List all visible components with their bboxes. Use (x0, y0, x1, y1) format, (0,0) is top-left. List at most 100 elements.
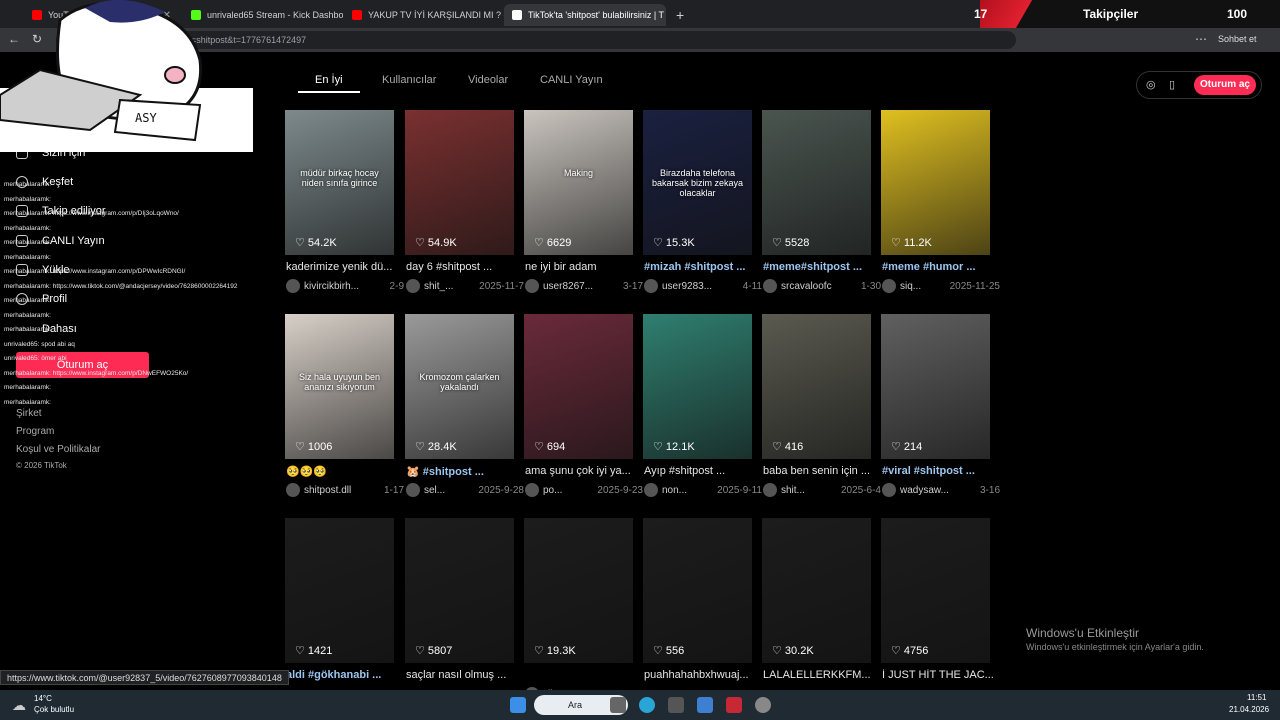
video-caption[interactable]: #viral #shitpost ... (882, 465, 994, 477)
video-card[interactable]: ♡ 19.3K (524, 518, 633, 663)
video-author[interactable]: user8267... 3-17 (525, 279, 643, 293)
video-thumbnail[interactable]: ♡ 416 (762, 314, 871, 459)
video-author[interactable]: siq... 2025-11-25 (882, 279, 1000, 293)
video-author[interactable]: kivircikbirh... 2-9 (286, 279, 404, 293)
video-thumbnail[interactable]: ♡ 30.2K (762, 518, 871, 663)
video-card[interactable]: Making ♡ 6629 (524, 110, 633, 255)
video-thumbnail[interactable]: ♡ 556 (643, 518, 752, 663)
compass-icon[interactable]: ◎ (1146, 78, 1156, 91)
video-card[interactable]: ♡ 694 (524, 314, 633, 459)
video-thumbnail[interactable]: ♡ 54.9K (405, 110, 514, 255)
video-thumbnail[interactable]: ♡ 694 (524, 314, 633, 459)
chat-button[interactable]: Sohbet et (1218, 34, 1257, 44)
heart-icon: ♡ (891, 441, 904, 453)
video-author[interactable]: shit_... 2025-11-7 (406, 279, 524, 293)
video-card[interactable]: ♡ 5807 (405, 518, 514, 663)
video-thumbnail[interactable]: müdür birkaç hocay niden sınıfa girince ♡… (285, 110, 394, 255)
close-icon[interactable]: ✕ (664, 10, 666, 21)
video-caption[interactable]: kaderimize yenik dü... (286, 261, 398, 273)
video-card[interactable]: ♡ 12.1K (643, 314, 752, 459)
video-card[interactable]: Birazdaha telefona bakarsak bizim zekaya… (643, 110, 752, 255)
video-caption[interactable]: baba ben senin için ... (763, 465, 875, 477)
video-author[interactable]: po... 2025-9-23 (525, 483, 643, 497)
video-card[interactable]: ♡ 5528 (762, 110, 871, 255)
video-thumbnail[interactable]: ♡ 214 (881, 314, 990, 459)
video-caption[interactable]: puahhahahbxhwuaj... (644, 669, 756, 681)
store-icon[interactable] (668, 697, 684, 713)
video-thumbnail[interactable]: ♡ 12.1K (643, 314, 752, 459)
video-caption[interactable]: #mizah #shitpost ... (644, 261, 756, 273)
like-count-value: 416 (784, 441, 804, 453)
video-card[interactable]: ♡ 30.2K (762, 518, 871, 663)
video-card[interactable]: ♡ 54.9K (405, 110, 514, 255)
video-author[interactable]: shitpost.dll 1-17 (286, 483, 404, 497)
video-thumbnail[interactable]: ♡ 5528 (762, 110, 871, 255)
video-card[interactable]: Kromozom çalarken yakalandı ♡ 28.4K (405, 314, 514, 459)
video-card[interactable]: ♡ 1421 (285, 518, 394, 663)
new-tab-button[interactable]: + (668, 4, 692, 26)
tab-top[interactable]: En İyi (315, 74, 343, 86)
video-caption[interactable]: aldi #gökhanabi ... (286, 669, 398, 681)
username: sel... (424, 484, 446, 496)
video-thumbnail[interactable]: ♡ 11.2K (881, 110, 990, 255)
video-caption[interactable]: ama şunu çok iyi ya... (525, 465, 637, 477)
chat-message: merhabalaramk: https://www.instagram.com… (4, 268, 186, 275)
taskview-icon[interactable] (610, 697, 626, 713)
tab-users[interactable]: Kullanıcılar (382, 74, 436, 86)
video-thumbnail[interactable]: Making ♡ 6629 (524, 110, 633, 255)
footer-program[interactable]: Program (16, 426, 54, 437)
video-caption[interactable]: day 6 #shitpost ... (406, 261, 518, 273)
login-button[interactable]: Oturum aç (1194, 75, 1256, 95)
video-caption[interactable]: saçlar nasıl olmuş ... (406, 669, 518, 681)
tab-youtube-2[interactable]: YAKUP TV İYİ KARŞILANDI MI ? - Yo✕ (344, 4, 504, 26)
tab-videos[interactable]: Videolar (468, 74, 508, 86)
post-date: 2025-9-28 (478, 484, 524, 496)
video-card[interactable]: ♡ 214 (881, 314, 990, 459)
footer-company[interactable]: Şirket (16, 408, 42, 419)
chat-message: merhabalaramk: (4, 384, 51, 391)
app-icon[interactable] (726, 697, 742, 713)
video-caption[interactable]: #meme#shitpost ... (763, 261, 875, 273)
video-caption[interactable]: Ayıp #shitpost ... (644, 465, 756, 477)
video-thumbnail[interactable]: ♡ 19.3K (524, 518, 633, 663)
avatar (882, 483, 896, 497)
video-caption[interactable]: İ JUST HİT THE JAC... (882, 669, 994, 681)
video-caption[interactable]: LALALELLERKKFM... (763, 669, 875, 681)
video-author[interactable]: non... 2025-9-11 (644, 483, 762, 497)
mail-icon[interactable] (697, 697, 713, 713)
video-card[interactable]: ♡ 11.2K (881, 110, 990, 255)
video-thumbnail[interactable]: ♡ 4756 (881, 518, 990, 663)
video-thumbnail[interactable]: Kromozom çalarken yakalandı ♡ 28.4K (405, 314, 514, 459)
video-card[interactable]: Siz hala uyuyun ben ananızı sikıyorum ♡ 1… (285, 314, 394, 459)
video-caption[interactable]: #meme #humor ... (882, 261, 994, 273)
video-caption[interactable]: ne iyi bir adam (525, 261, 637, 273)
heart-icon: ♡ (415, 645, 428, 657)
video-card[interactable]: ♡ 416 (762, 314, 871, 459)
video-card[interactable]: ♡ 556 (643, 518, 752, 663)
windows-start-icon[interactable] (510, 697, 526, 713)
video-author[interactable]: wadysaw... 3-16 (882, 483, 1000, 497)
video-card[interactable]: ♡ 4756 (881, 518, 990, 663)
like-count: ♡ 1421 (295, 644, 332, 657)
video-caption[interactable]: 🐹 #shitpost ... (406, 465, 518, 478)
heart-icon: ♡ (772, 441, 785, 453)
edge-icon[interactable] (639, 697, 655, 713)
video-author[interactable]: shit... 2025-6-4 (763, 483, 881, 497)
video-thumbnail[interactable]: Siz hala uyuyun ben ananızı sikıyorum ♡ 1… (285, 314, 394, 459)
video-thumbnail[interactable]: ♡ 5807 (405, 518, 514, 663)
tab-tiktok[interactable]: TikTok'ta 'shitpost' bulabilirsiniz | T✕ (504, 4, 666, 26)
video-author[interactable]: srcavaloofc 1-30 (763, 279, 881, 293)
video-card[interactable]: müdür birkaç hocay niden sınıfa girince ♡… (285, 110, 394, 255)
video-thumbnail[interactable]: Birazdaha telefona bakarsak bizim zekaya… (643, 110, 752, 255)
avatar (286, 483, 300, 497)
tab-live[interactable]: CANLI Yayın (540, 74, 603, 86)
footer-terms[interactable]: Koşul ve Politikalar (16, 444, 100, 455)
phone-icon[interactable]: ▯ (1169, 78, 1175, 91)
video-caption[interactable]: 🥺🥺🥺 (286, 465, 398, 478)
video-author[interactable]: user9283... 4-11 (644, 279, 762, 293)
like-count-value: 1006 (307, 441, 333, 453)
video-thumbnail[interactable]: ♡ 1421 (285, 518, 394, 663)
more-icon[interactable]: ⋯ (1195, 32, 1207, 46)
chrome-icon[interactable] (755, 697, 771, 713)
video-author[interactable]: sel... 2025-9-28 (406, 483, 524, 497)
